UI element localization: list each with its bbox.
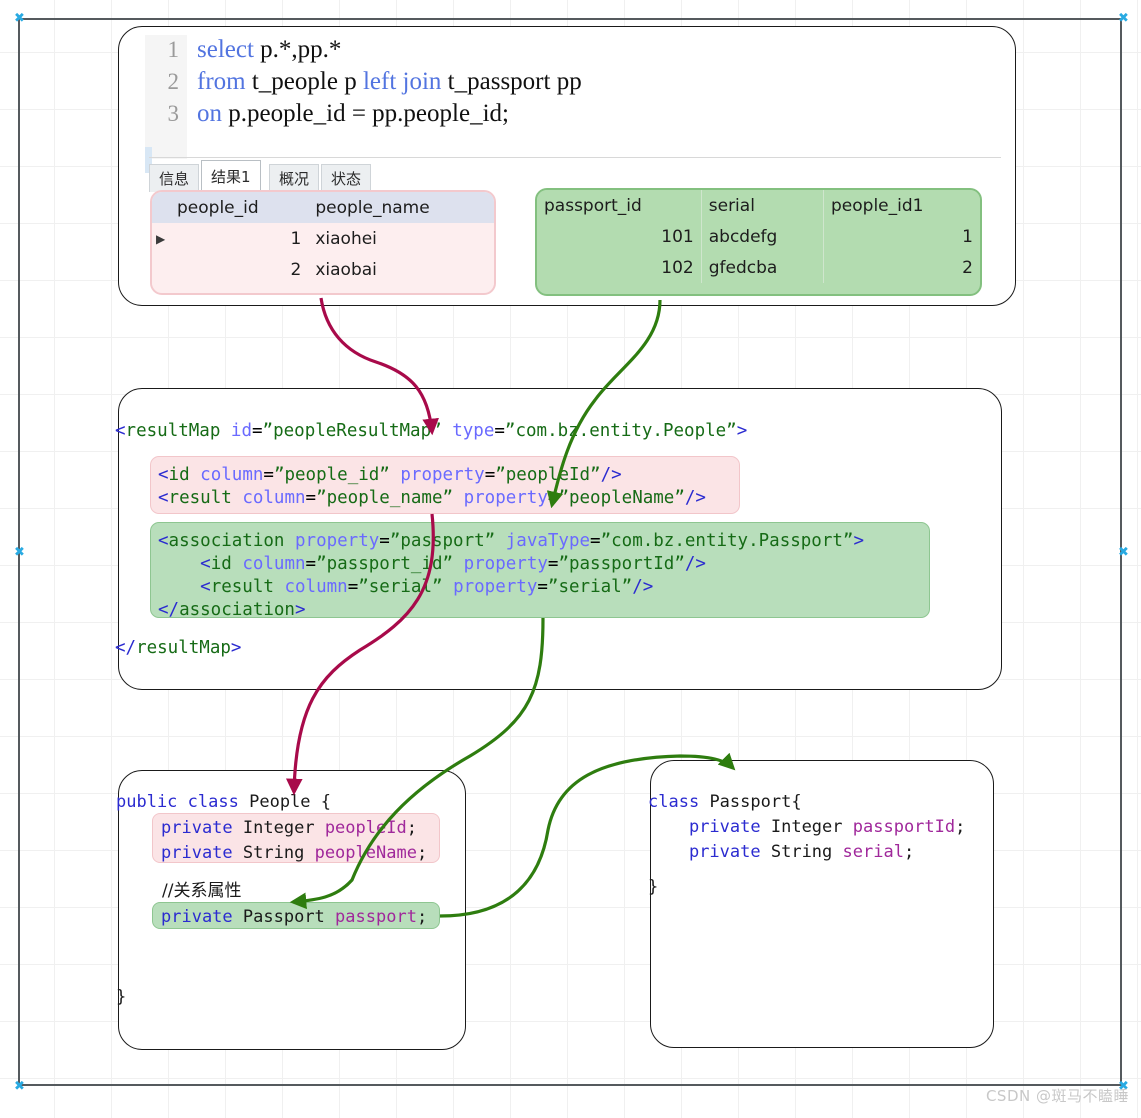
sql-line-3: 3 on p.people_id = pp.people_id;	[145, 99, 509, 129]
people-col-people-name: people_name	[308, 192, 494, 223]
row-marker-icon: ▶	[152, 223, 170, 254]
people-rowmark-header	[152, 192, 170, 223]
resize-handle-top-right[interactable]: ✖	[1118, 12, 1129, 25]
result-tab-1[interactable]: 结果1	[201, 160, 261, 192]
sql-line-number: 2	[167, 69, 180, 94]
resultmap-open-tag: <resultMap id=”peopleResultMap” type=”co…	[115, 421, 748, 441]
resize-handle-middle-right[interactable]: ✖	[1118, 546, 1129, 559]
cell-people-name: xiaobai	[308, 254, 494, 285]
result-tab-0[interactable]: 信息	[149, 164, 200, 192]
sql-line-1: 1 select p.*,pp.*	[145, 35, 342, 65]
people-relation-field: private Passport passport;	[152, 902, 440, 929]
people-relation-comment: //关系属性	[162, 881, 242, 901]
cell-passport-id: 102	[537, 252, 702, 283]
passport-class-closing-brace: }	[648, 877, 659, 897]
sql-line-text: on p.people_id = pp.people_id;	[197, 100, 509, 127]
table-row[interactable]: 2 xiaobai	[152, 254, 494, 285]
sql-line-text: from t_people p left join t_passport pp	[197, 68, 582, 95]
people-relation-field-code: private Passport passport;	[161, 907, 428, 927]
resultmap-close-tag: </resultMap>	[115, 638, 242, 658]
passport-col-passport-id: passport_id	[537, 190, 702, 221]
sql-line-text: select p.*,pp.*	[197, 36, 342, 63]
passport-table: passport_id serial people_id1 101 abcdefg…	[537, 190, 980, 283]
people-table: people_id people_name ▶ 1 xiaohei 2 xiaobai	[152, 192, 494, 285]
sql-line-number: 1	[167, 37, 180, 62]
people-basic-fields-code: private Integer peopleId; private String…	[161, 818, 428, 863]
resultmap-association-code: <association property=”passport” javaTyp…	[158, 531, 865, 620]
passport-header-row: passport_id serial people_id1	[537, 190, 980, 221]
resize-handle-top-left[interactable]: ✖	[14, 12, 25, 25]
passport-col-people-id1: people_id1	[823, 190, 980, 221]
people-col-people-id: people_id	[170, 192, 309, 223]
result-grid-passport[interactable]: passport_id serial people_id1 101 abcdefg…	[535, 188, 982, 296]
people-header-row: people_id people_name	[152, 192, 494, 223]
passport-col-serial: serial	[701, 190, 825, 221]
cell-people-id1: 1	[823, 221, 980, 252]
result-tab-2[interactable]: 概况	[269, 164, 320, 192]
cell-people-id: 2	[170, 254, 309, 285]
cell-people-id1: 2	[823, 252, 980, 283]
sql-editor[interactable]: 1 select p.*,pp.* 2 from t_people p left jo…	[145, 35, 995, 159]
resultmap-column-mappings: <id column=”people_id” property=”peopleI…	[150, 456, 740, 514]
resultmap-association-block: <association property=”passport” javaTyp…	[150, 522, 930, 620]
result-grid-people[interactable]: people_id people_name ▶ 1 xiaohei 2 xiaobai	[150, 190, 496, 295]
cell-people-name: xiaohei	[308, 223, 494, 254]
people-class-header: public class People {	[116, 792, 332, 812]
sql-line-2: 2 from t_people p left join t_passport pp	[145, 67, 582, 97]
passport-class-body: class Passport{ private Integer passport…	[648, 792, 966, 862]
row-marker-icon	[152, 254, 170, 285]
table-row[interactable]: 101 abcdefg 1	[537, 221, 980, 252]
resultmap-column-mappings-code: <id column=”people_id” property=”peopleI…	[158, 465, 706, 508]
cell-serial: gfedcba	[701, 252, 825, 283]
result-tabbar[interactable]: 信息 结果1 概况 状态	[149, 157, 1001, 192]
resize-handle-bottom-left[interactable]: ✖	[14, 1080, 25, 1093]
cell-passport-id: 101	[537, 221, 702, 252]
table-row[interactable]: ▶ 1 xiaohei	[152, 223, 494, 254]
cell-people-id: 1	[170, 223, 309, 254]
sql-line-number: 3	[167, 101, 180, 126]
cell-serial: abcdefg	[701, 221, 825, 252]
resize-handle-middle-left[interactable]: ✖	[14, 546, 25, 559]
result-tab-3[interactable]: 状态	[321, 164, 372, 192]
people-class-closing-brace: }	[116, 987, 127, 1007]
table-row[interactable]: 102 gfedcba 2	[537, 252, 980, 283]
people-basic-fields: private Integer peopleId; private String…	[152, 813, 440, 863]
watermark: CSDN @斑马不瞌睡	[985, 1087, 1129, 1105]
